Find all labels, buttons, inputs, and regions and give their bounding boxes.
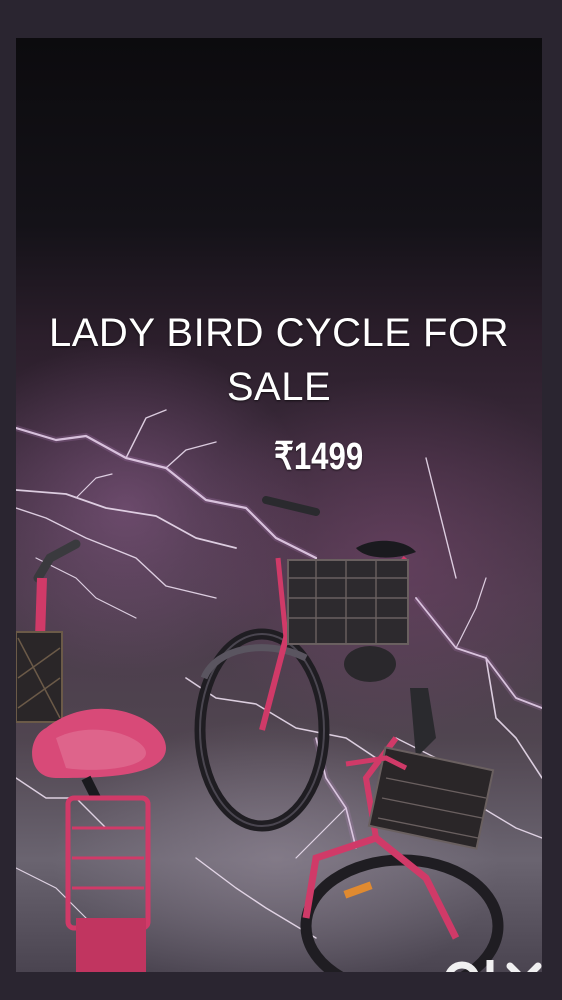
image-frame: LADY BIRD CYCLE FOR SALE ₹1499 <box>0 0 562 1000</box>
bicycle-left-icon <box>16 539 166 972</box>
olx-logo-icon <box>445 960 542 972</box>
bicycle-photos <box>16 496 504 972</box>
ad-poster: LADY BIRD CYCLE FOR SALE ₹1499 <box>16 38 542 972</box>
bicycle-right-icon <box>300 688 504 972</box>
